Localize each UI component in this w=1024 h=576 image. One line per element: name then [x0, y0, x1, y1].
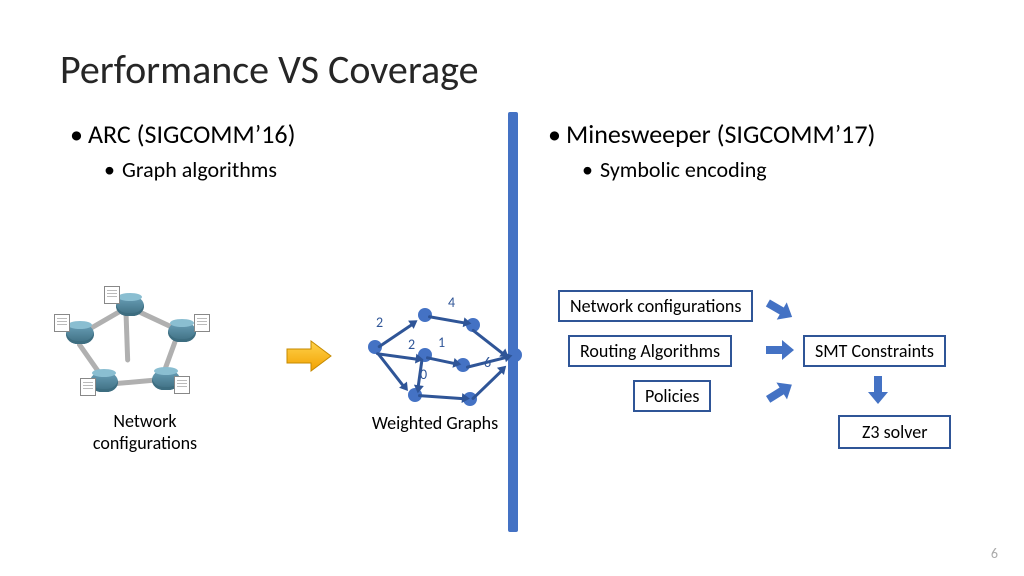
weighted-graph-icon: 2 4 2 1 0 6 — [348, 300, 538, 430]
network-topology-icon — [60, 300, 215, 420]
flow-arrow-icon — [764, 296, 796, 324]
box-network-configurations: Network configurations — [558, 290, 753, 322]
edge-weight: 2 — [376, 314, 383, 331]
config-file-icon — [80, 378, 96, 396]
transform-arrow-icon — [285, 338, 335, 374]
router-icon — [66, 324, 94, 344]
right-sub-text: Symbolic encoding — [600, 156, 767, 183]
flow-arrow-icon — [764, 378, 796, 406]
box-smt-constraints: SMT Constraints — [803, 335, 946, 367]
left-diagram: Network configurations 2 4 2 — [60, 300, 490, 470]
caption-weighted-graphs: Weighted Graphs — [355, 412, 515, 434]
left-sub-text: Graph algorithms — [122, 156, 277, 183]
config-file-icon — [174, 376, 190, 394]
router-icon — [116, 296, 144, 316]
slide-title: Performance VS Coverage — [60, 45, 479, 94]
left-sub: •Graph algorithms — [104, 156, 490, 183]
right-heading-text: Minesweeper (SIGCOMM’17) — [566, 118, 875, 150]
config-file-icon — [104, 286, 120, 304]
left-column: •ARC (SIGCOMM’16) •Graph algorithms — [70, 118, 490, 183]
page-number: 6 — [991, 545, 998, 562]
left-heading-text: ARC (SIGCOMM’16) — [88, 118, 296, 150]
edge-weight: 1 — [438, 334, 445, 351]
box-routing-algorithms: Routing Algorithms — [568, 335, 732, 367]
left-heading: •ARC (SIGCOMM’16) — [70, 118, 490, 150]
router-icon — [168, 322, 196, 342]
edge-weight: 0 — [420, 366, 427, 383]
config-file-icon — [54, 314, 70, 332]
box-policies: Policies — [633, 380, 711, 412]
edge-weight: 6 — [484, 354, 491, 371]
right-column: •Minesweeper (SIGCOMM’17) •Symbolic enco… — [548, 118, 988, 183]
caption-network-config: Network configurations — [80, 410, 210, 454]
box-z3-solver: Z3 solver — [838, 415, 951, 449]
config-file-icon — [194, 314, 210, 332]
right-heading: •Minesweeper (SIGCOMM’17) — [548, 118, 988, 150]
edge-weight: 4 — [448, 294, 455, 311]
edge-weight: 2 — [408, 336, 415, 353]
right-sub: •Symbolic encoding — [582, 156, 988, 183]
flow-arrow-icon — [766, 342, 794, 358]
flow-arrow-icon — [870, 376, 886, 404]
right-diagram: Network configurations Routing Algorithm… — [548, 290, 998, 480]
